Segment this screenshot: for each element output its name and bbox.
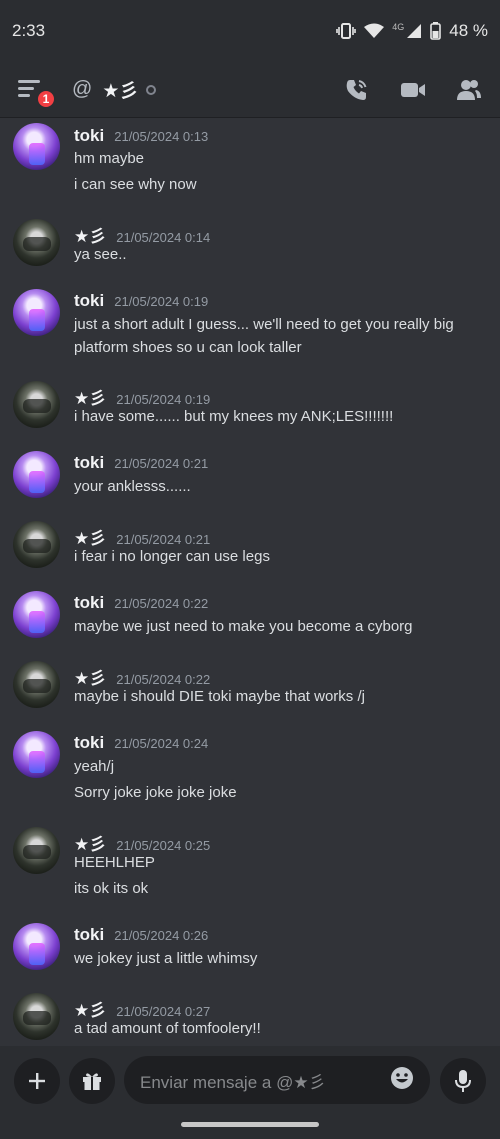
message-text: hm maybe (74, 150, 145, 167)
message-author[interactable]: toki (74, 733, 104, 753)
clock: 2:33 (12, 21, 46, 40)
plus-icon (29, 1073, 45, 1089)
gift-icon (83, 1073, 101, 1090)
message-timestamp: 21/05/2024 0:26 (114, 928, 209, 943)
avatar[interactable] (13, 731, 60, 778)
avatar[interactable] (13, 591, 60, 638)
message-author[interactable]: toki (74, 593, 104, 613)
message-author[interactable]: toki (74, 291, 104, 311)
gift-button[interactable] (69, 1058, 115, 1104)
message-author[interactable]: toki (74, 453, 104, 473)
battery-level: 48 % (449, 21, 488, 40)
message-text: yeah/j (74, 758, 115, 775)
notification-badge: 1 (36, 88, 56, 109)
avatar[interactable] (13, 219, 60, 266)
channel-title[interactable]: ★彡 (102, 76, 138, 103)
message-text: ya see.. (74, 246, 127, 263)
message-timestamp: 21/05/2024 0:19 (114, 294, 209, 309)
message-text: your anklesss...... (74, 478, 191, 495)
voice-message-button[interactable] (440, 1058, 486, 1104)
message-timestamp: 21/05/2024 0:22 (114, 596, 209, 611)
members-icon (457, 79, 481, 100)
voice-call-button[interactable] (344, 77, 370, 103)
message-timestamp: 21/05/2024 0:24 (114, 736, 209, 751)
message-text: i can see why now (74, 176, 197, 193)
message-timestamp: 21/05/2024 0:21 (114, 456, 209, 471)
channel-header: 1 @ ★彡 (0, 62, 500, 118)
message-text: i fear i no longer can use legs (74, 548, 270, 565)
message-text: Sorry joke joke joke joke (74, 784, 237, 801)
vibrate-icon (336, 23, 357, 39)
avatar[interactable] (13, 993, 60, 1040)
message-text: maybe we just need to make you become a … (74, 618, 413, 635)
message-text: just a short adult I guess... we'll need… (74, 316, 454, 333)
avatar[interactable] (13, 521, 60, 568)
avatar[interactable] (13, 661, 60, 708)
menu-button[interactable]: 1 (18, 78, 56, 109)
offline-status-icon (146, 84, 157, 95)
avatar[interactable] (13, 289, 60, 336)
message-text: we jokey just a little whimsy (74, 950, 258, 967)
message-text: its ok its ok (74, 880, 149, 897)
video-call-button[interactable] (400, 77, 426, 103)
message-timestamp: 21/05/2024 0:13 (114, 129, 209, 144)
message-text: maybe i should DIE toki maybe that works… (74, 688, 365, 705)
signal-icon (406, 23, 422, 39)
avatar[interactable] (13, 827, 60, 874)
message-author[interactable]: toki (74, 925, 104, 945)
message-input-placeholder: Enviar mensaje a @★彡 (140, 1072, 326, 1092)
wifi-icon (364, 23, 385, 39)
battery-icon (430, 22, 442, 40)
microphone-icon (455, 1070, 471, 1092)
message-composer: Enviar mensaje a @★彡 (0, 1046, 500, 1116)
avatar[interactable] (13, 123, 60, 170)
message-text: i have some...... but my knees my ANK;LE… (74, 408, 394, 425)
avatar[interactable] (13, 451, 60, 498)
message-text: platform shoes so u can look taller (74, 339, 302, 356)
avatar[interactable] (13, 923, 60, 970)
status-bar: 2:33 4G 48 % (0, 0, 500, 62)
message-author[interactable]: toki (74, 126, 104, 146)
message-list[interactable]: toki 21/05/2024 0:13 hm maybe i can see … (0, 119, 500, 1045)
status-icons: 4G 48 % (336, 21, 488, 41)
emoji-button[interactable] (390, 1066, 414, 1095)
message-text: HEEHLHEP (74, 854, 155, 871)
home-gesture-handle[interactable] (181, 1122, 319, 1127)
at-icon: @ (72, 78, 93, 100)
message-text: a tad amount of tomfoolery!! (74, 1020, 261, 1037)
message-input[interactable]: Enviar mensaje a @★彡 (124, 1056, 430, 1104)
emoji-icon (391, 1066, 413, 1089)
network-type: 4G (392, 22, 405, 32)
system-nav-bar (0, 1116, 500, 1139)
avatar[interactable] (13, 381, 60, 428)
phone-call-icon (346, 79, 367, 100)
video-camera-icon (401, 82, 425, 97)
attach-button[interactable] (14, 1058, 60, 1104)
members-button[interactable] (456, 77, 482, 103)
